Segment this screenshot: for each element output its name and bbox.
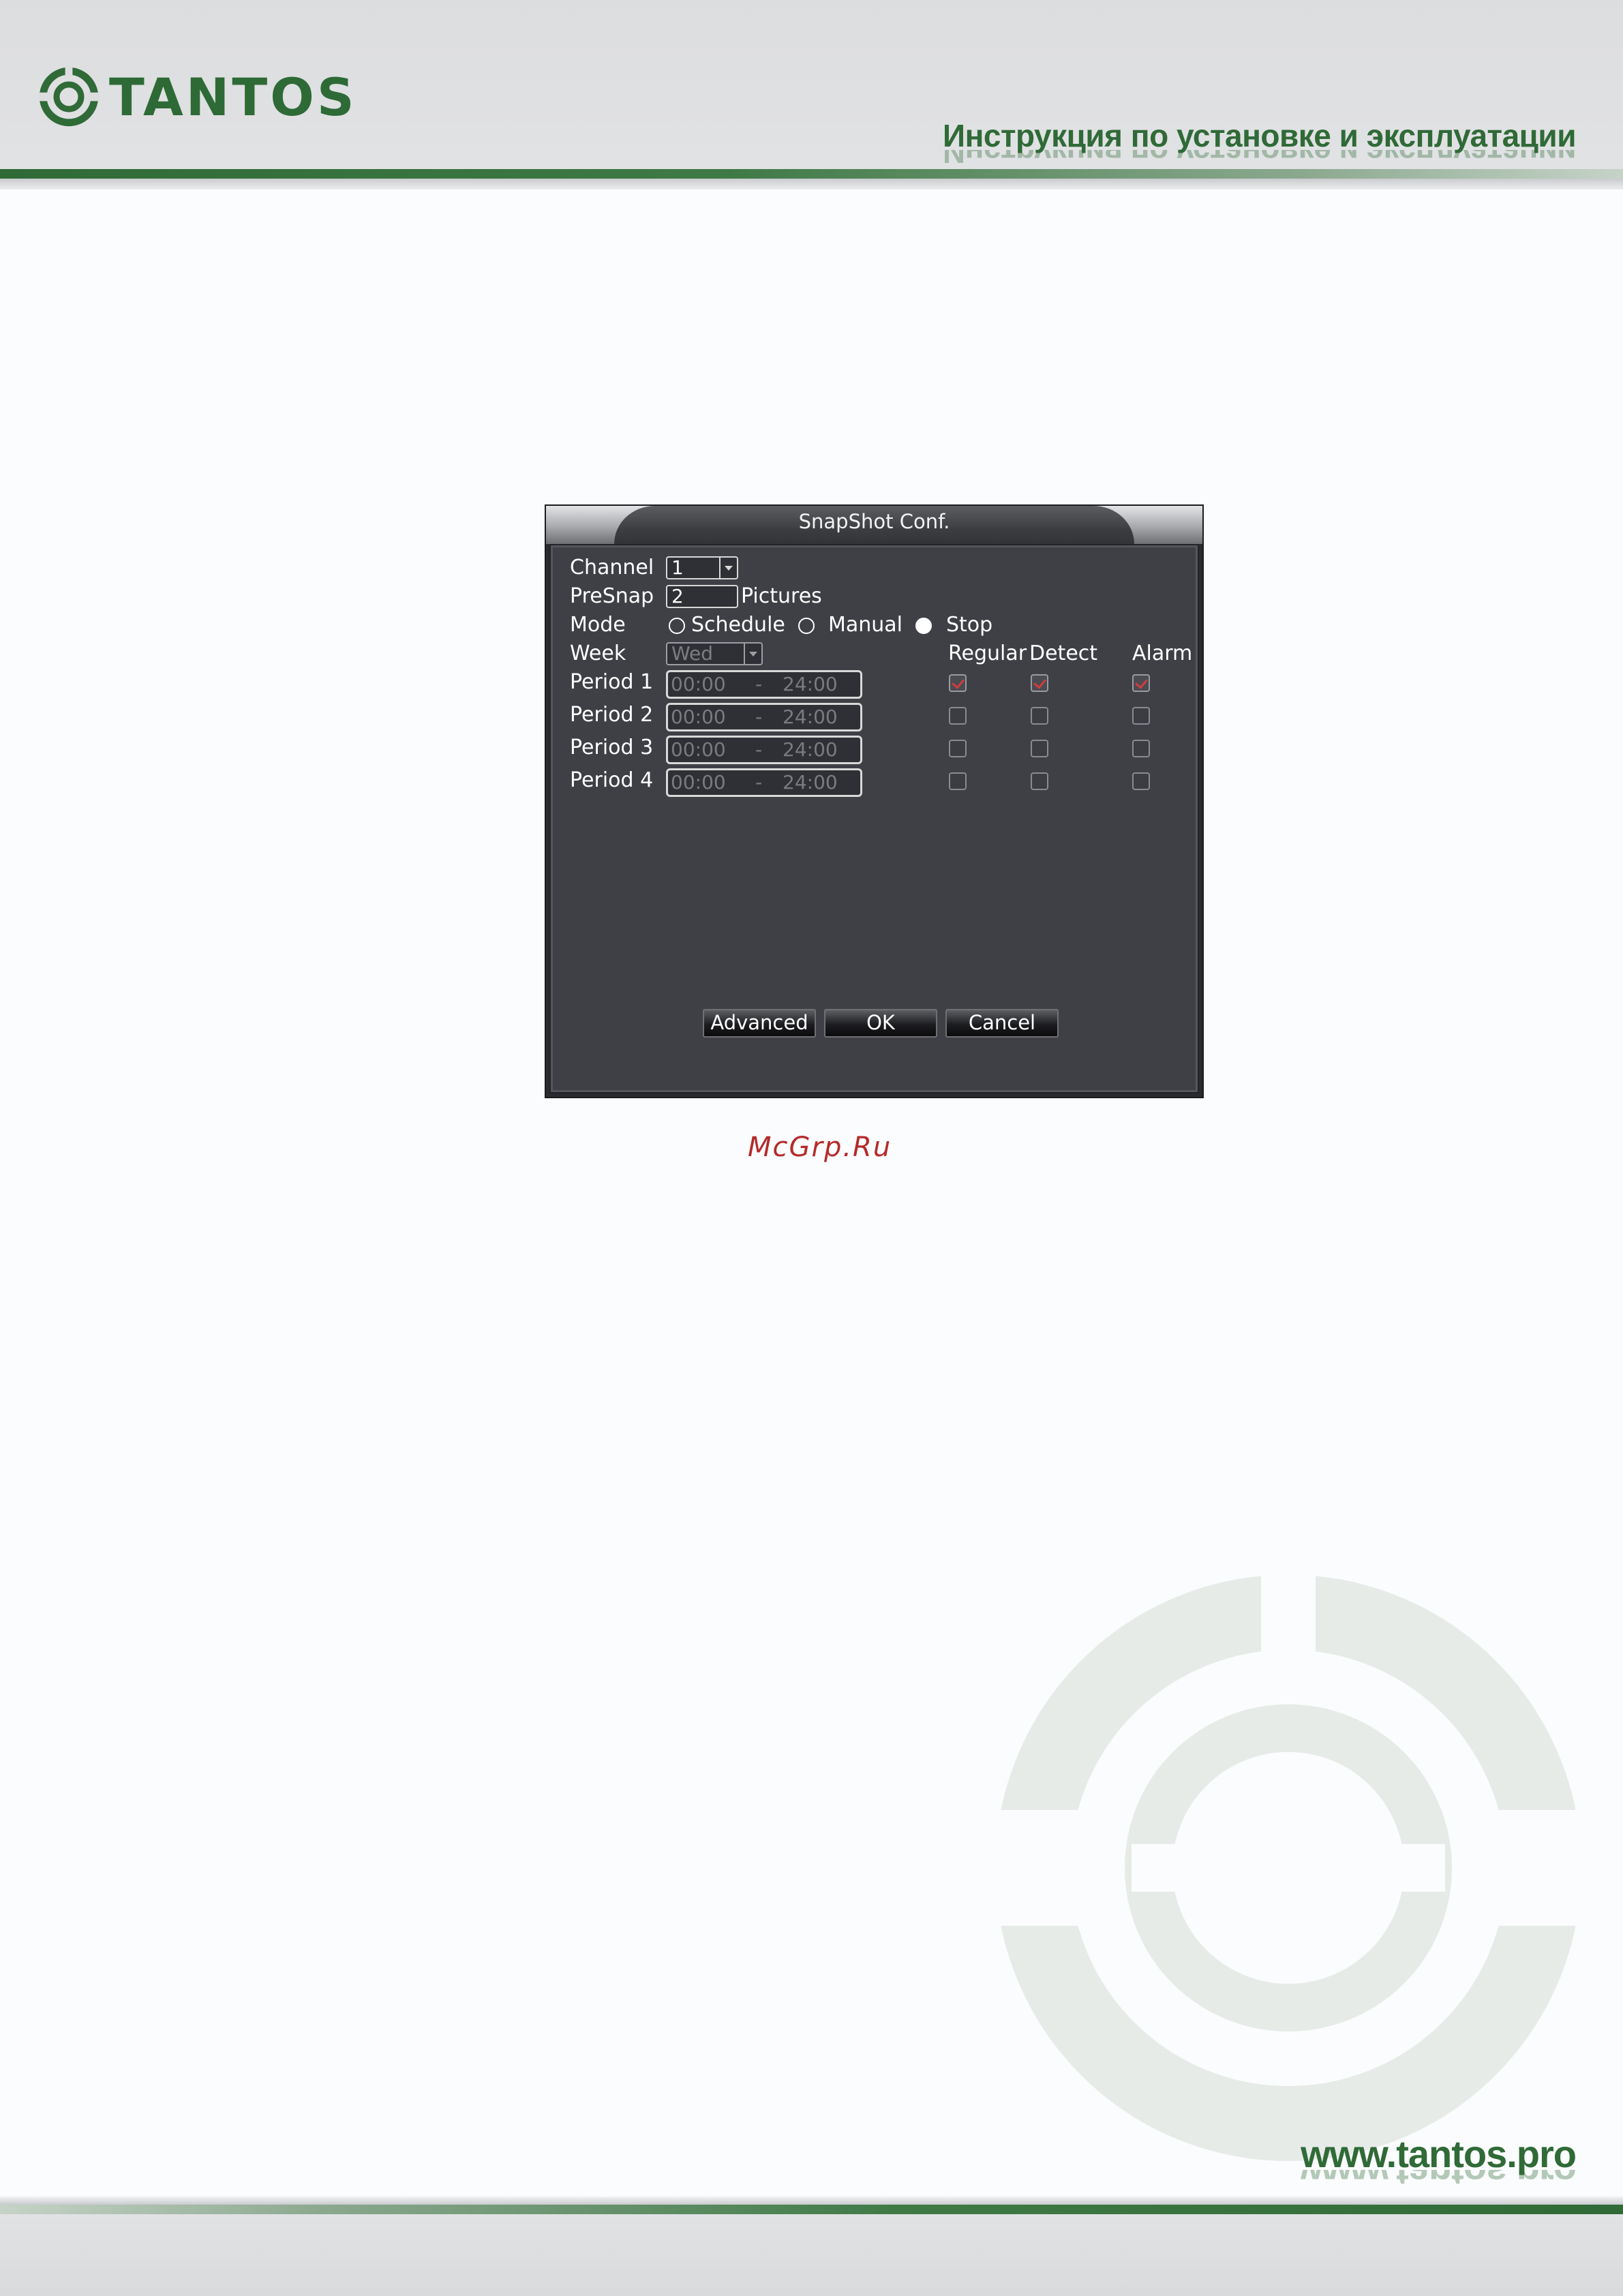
chevron-down-icon[interactable]: [719, 558, 737, 578]
period-end: 24:00: [783, 771, 838, 794]
column-detect: Detect: [1029, 641, 1098, 665]
footer-divider-shadow: [0, 2196, 1623, 2205]
period-start: 00:00: [671, 771, 726, 794]
manual-title: Инструкция по установке и эксплуатации: [943, 118, 1576, 153]
mode-label: Mode: [570, 613, 626, 637]
mode-schedule-label: Schedule: [691, 613, 785, 637]
cancel-button[interactable]: Cancel: [945, 1009, 1059, 1038]
period-time-range[interactable]: 00:00 - 24:00: [666, 768, 862, 797]
ok-button[interactable]: OK: [824, 1009, 937, 1038]
presnap-unit: Pictures: [741, 584, 822, 608]
period-regular-checkbox[interactable]: [949, 772, 967, 790]
period-detect-checkbox[interactable]: [1031, 674, 1048, 692]
tantos-logo-icon: [38, 66, 100, 127]
period-end: 24:00: [783, 706, 838, 728]
channel-label: Channel: [570, 556, 654, 579]
period-regular-checkbox[interactable]: [949, 740, 967, 757]
period-start: 00:00: [671, 706, 726, 728]
watermark-site: McGrp.Ru: [748, 1132, 892, 1163]
period-alarm-checkbox[interactable]: [1132, 674, 1150, 692]
week-select[interactable]: Wed: [666, 642, 763, 665]
header-divider: [0, 169, 1623, 179]
week-value: Wed: [671, 642, 714, 665]
background-logo-icon: [982, 1575, 1595, 2161]
period-end: 24:00: [783, 738, 838, 761]
period-separator: -: [755, 738, 763, 761]
mode-manual-label: Manual: [828, 613, 903, 637]
mode-schedule-radio[interactable]: [669, 618, 685, 634]
header-divider-shadow: [0, 179, 1623, 190]
period-start: 00:00: [671, 738, 726, 761]
presnap-label: PreSnap: [570, 584, 654, 608]
chevron-down-icon[interactable]: [744, 644, 761, 664]
period-label: Period 4: [570, 768, 654, 792]
period-separator: -: [755, 673, 763, 695]
footer-url-reflection: www.tantos.pro: [1301, 2170, 1576, 2194]
period-regular-checkbox[interactable]: [949, 707, 967, 725]
period-time-range[interactable]: 00:00 - 24:00: [666, 736, 862, 764]
period-alarm-checkbox[interactable]: [1132, 772, 1150, 790]
period-separator: -: [755, 706, 763, 728]
period-alarm-checkbox[interactable]: [1132, 707, 1150, 725]
period-detect-checkbox[interactable]: [1031, 707, 1048, 725]
advanced-button[interactable]: Advanced: [703, 1009, 816, 1038]
dialog-title: SnapShot Conf.: [798, 510, 950, 533]
period-label: Period 2: [570, 703, 654, 727]
period-alarm-checkbox[interactable]: [1132, 740, 1150, 757]
period-detect-checkbox[interactable]: [1031, 772, 1048, 790]
page-header: TANTOS Инструкция по установке и эксплуа…: [0, 0, 1623, 170]
period-time-range[interactable]: 00:00 - 24:00: [666, 703, 862, 731]
channel-select[interactable]: 1: [666, 556, 738, 579]
mode-stop-radio[interactable]: [915, 618, 932, 634]
period-detect-checkbox[interactable]: [1031, 740, 1048, 757]
brand-logo: TANTOS: [38, 65, 357, 128]
mode-stop-label: Stop: [946, 613, 993, 637]
period-end: 24:00: [783, 673, 838, 695]
column-regular: Regular: [948, 641, 1027, 665]
period-time-range[interactable]: 00:00 - 24:00: [666, 670, 862, 699]
week-label: Week: [570, 641, 626, 665]
column-alarm: Alarm: [1132, 641, 1193, 665]
period-separator: -: [755, 771, 763, 794]
presnap-input[interactable]: 2: [666, 585, 738, 608]
period-start: 00:00: [671, 673, 726, 695]
manual-title-reflection: Инструкция по установке и эксплуатации: [943, 150, 1576, 170]
channel-value: 1: [671, 556, 684, 579]
period-regular-checkbox[interactable]: [949, 674, 967, 692]
period-label: Period 1: [570, 670, 654, 694]
period-label: Period 3: [570, 736, 654, 759]
page-footer: [0, 2214, 1623, 2296]
dialog-body: Channel 1 PreSnap 2 Pictures Mode Schedu…: [549, 544, 1199, 1093]
mode-manual-radio[interactable]: [798, 618, 815, 634]
snapshot-dialog: SnapShot Conf. Channel 1 PreSnap 2 Pictu…: [545, 504, 1204, 1098]
footer-divider: [0, 2205, 1623, 2214]
brand-name: TANTOS: [109, 66, 357, 127]
